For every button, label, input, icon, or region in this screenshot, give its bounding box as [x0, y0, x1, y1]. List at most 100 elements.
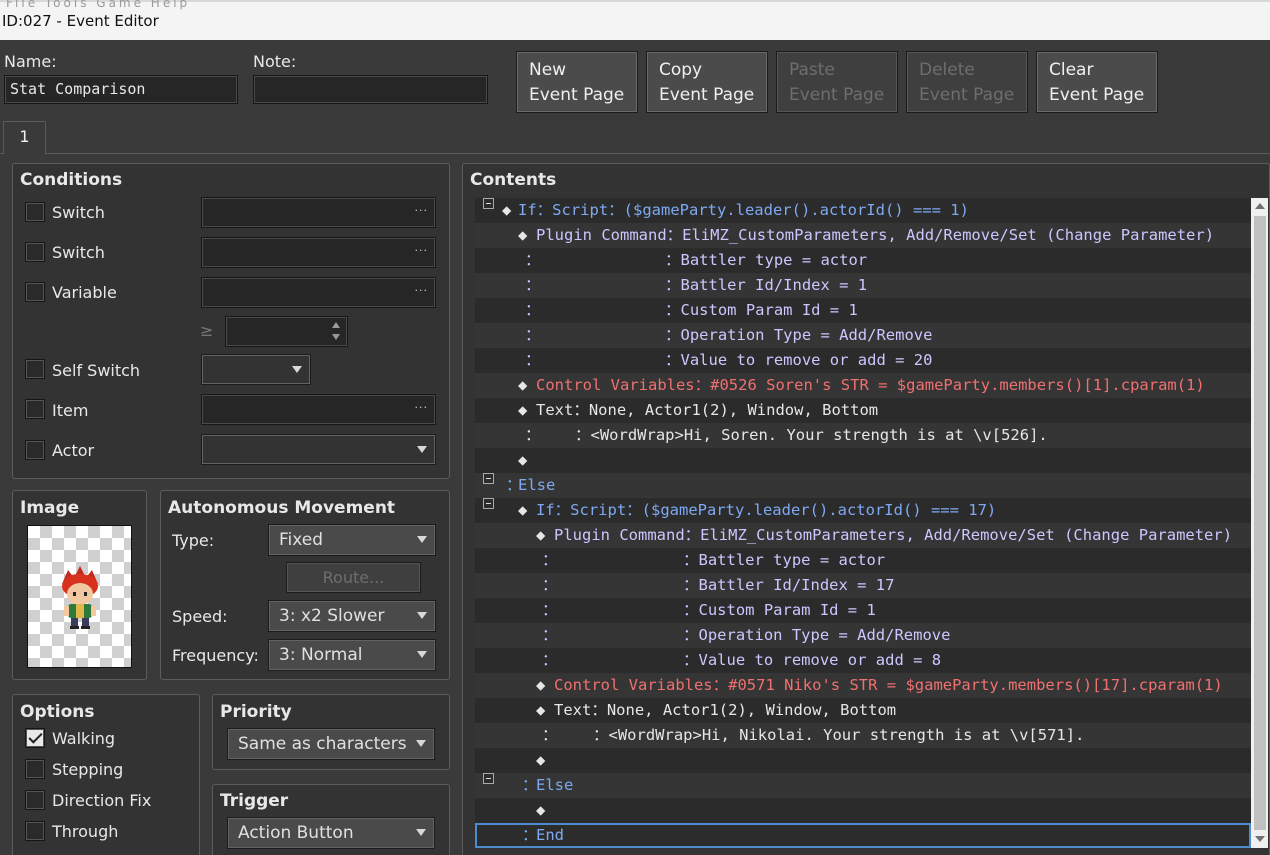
- variable-checkbox[interactable]: [25, 282, 45, 302]
- command-row[interactable]: ： End: [475, 823, 1251, 848]
- command-row[interactable]: ◆ Text：None, Actor1(2), Window, Bottom: [475, 698, 1251, 723]
- collapse-icon[interactable]: [483, 198, 494, 209]
- switch1-selector[interactable]: ...: [201, 197, 436, 228]
- tab-page-1[interactable]: 1: [3, 121, 46, 154]
- collapse-icon[interactable]: [483, 473, 494, 484]
- command-row[interactable]: ： Else: [475, 473, 1251, 498]
- command-marker: ：: [525, 326, 541, 344]
- direction-fix-checkbox[interactable]: [25, 790, 45, 810]
- item-checkbox[interactable]: [25, 399, 45, 419]
- priority-dropdown[interactable]: Same as characters: [227, 728, 435, 760]
- actor-checkbox[interactable]: [25, 440, 45, 460]
- walking-label: Walking: [52, 729, 116, 748]
- command-text: ：Battler Id/Index = 1: [665, 276, 868, 294]
- button-line: New: [529, 60, 567, 80]
- command-row[interactable]: ： ：Battler Id/Index = 1: [475, 273, 1251, 298]
- note-field[interactable]: [253, 75, 488, 104]
- through-label: Through: [52, 822, 119, 841]
- variable-selector[interactable]: ...: [201, 277, 436, 308]
- command-row[interactable]: ◆: [475, 748, 1251, 773]
- command-row[interactable]: ◆ Plugin Command：EliMZ_CustomParameters, …: [475, 523, 1251, 548]
- variable-value-spinner[interactable]: [225, 316, 348, 347]
- button-line: Paste: [789, 60, 835, 80]
- trigger-dropdown[interactable]: Action Button: [227, 817, 435, 849]
- speed-dropdown[interactable]: 3: x2 Slower: [268, 600, 436, 632]
- command-text: Plugin Command：EliMZ_CustomParameters, A…: [536, 226, 1215, 244]
- spin-down-icon[interactable]: [332, 334, 340, 340]
- scroll-up-icon[interactable]: [1255, 203, 1265, 209]
- command-row[interactable]: ◆ Control Variables：#0571 Niko's STR = $g…: [475, 673, 1251, 698]
- command-row[interactable]: ： ：<WordWrap>Hi, Nikolai. Your strength i…: [475, 723, 1251, 748]
- paste-event-page-button[interactable]: Paste Event Page: [776, 51, 898, 113]
- command-row[interactable]: ： Else: [475, 773, 1251, 798]
- priority-title: Priority: [220, 702, 292, 722]
- command-marker: ◆: [536, 676, 546, 694]
- list-scrollbar-thumb[interactable]: [1254, 216, 1266, 830]
- command-row[interactable]: ◆ Plugin Command：EliMZ_CustomParameters, …: [475, 223, 1251, 248]
- collapse-icon[interactable]: [483, 498, 494, 509]
- item-selector[interactable]: ...: [201, 394, 436, 425]
- command-row[interactable]: ： ：Operation Type = Add/Remove: [475, 323, 1251, 348]
- command-row[interactable]: ： ：Custom Param Id = 1: [475, 598, 1251, 623]
- command-marker: ◆: [536, 751, 546, 769]
- route-button[interactable]: Route...: [286, 562, 421, 593]
- command-row[interactable]: ◆ If：Script：($gameParty.leader().actorId(…: [475, 498, 1251, 523]
- command-text: If：Script：($gameParty.leader().actorId()…: [518, 201, 969, 219]
- note-label: Note:: [253, 52, 297, 71]
- command-row[interactable]: ： ：Operation Type = Add/Remove: [475, 623, 1251, 648]
- command-row[interactable]: ： ：Custom Param Id = 1: [475, 298, 1251, 323]
- spin-up-icon[interactable]: [332, 322, 340, 328]
- chevron-down-icon: [417, 536, 427, 543]
- copy-event-page-button[interactable]: Copy Event Page: [646, 51, 768, 113]
- walking-checkbox[interactable]: [25, 728, 45, 748]
- name-field-value: Stat Comparison: [10, 80, 146, 98]
- stepping-checkbox[interactable]: [25, 759, 45, 779]
- event-command-list[interactable]: ◆ If：Script：($gameParty.leader().actorId(…: [475, 198, 1251, 848]
- self-switch-checkbox[interactable]: [25, 359, 45, 379]
- command-row[interactable]: ◆ Control Variables：#0526 Soren's STR = $…: [475, 373, 1251, 398]
- clear-event-page-button[interactable]: Clear Event Page: [1036, 51, 1158, 113]
- switch1-checkbox[interactable]: [25, 202, 45, 222]
- button-line: Copy: [659, 60, 703, 80]
- command-marker: ：: [542, 576, 558, 594]
- command-row[interactable]: ： ：Battler type = actor: [475, 548, 1251, 573]
- actor-dropdown[interactable]: [201, 434, 436, 465]
- chevron-down-icon: [417, 446, 427, 453]
- frequency-label: Frequency:: [172, 646, 259, 665]
- scroll-down-icon[interactable]: [1255, 836, 1265, 842]
- command-row[interactable]: ◆ If：Script：($gameParty.leader().actorId(…: [475, 198, 1251, 223]
- command-text: Control Variables：#0526 Soren's STR = $g…: [536, 376, 1205, 394]
- event-image-preview[interactable]: [27, 525, 132, 668]
- command-marker: ◆: [518, 376, 528, 394]
- frequency-dropdown[interactable]: 3: Normal: [268, 639, 436, 671]
- trigger-value: Action Button: [238, 823, 354, 843]
- button-line: Delete: [919, 60, 975, 80]
- command-row[interactable]: ◆: [475, 448, 1251, 473]
- command-row[interactable]: ： ：<WordWrap>Hi, Soren. Your strength is …: [475, 423, 1251, 448]
- switch2-checkbox[interactable]: [25, 242, 45, 262]
- command-row[interactable]: ： ：Value to remove or add = 20: [475, 348, 1251, 373]
- movement-type-dropdown[interactable]: Fixed: [268, 524, 436, 556]
- chevron-down-icon: [417, 612, 427, 619]
- direction-fix-label: Direction Fix: [52, 791, 152, 810]
- command-marker: ◆: [502, 201, 512, 219]
- command-row[interactable]: ： ：Value to remove or add = 8: [475, 648, 1251, 673]
- command-text: If：Script：($gameParty.leader().actorId()…: [536, 501, 997, 519]
- command-row[interactable]: ◆: [475, 798, 1251, 823]
- command-marker: ：: [525, 301, 541, 319]
- command-row[interactable]: ： ：Battler Id/Index = 17: [475, 573, 1251, 598]
- command-text: Text：None, Actor1(2), Window, Bottom: [554, 701, 897, 719]
- name-field[interactable]: Stat Comparison: [4, 75, 238, 104]
- collapse-icon[interactable]: [483, 773, 494, 784]
- command-text: End: [536, 826, 564, 844]
- command-marker: ：: [542, 626, 558, 644]
- delete-event-page-button[interactable]: Delete Event Page: [906, 51, 1028, 113]
- through-checkbox[interactable]: [25, 821, 45, 841]
- self-switch-dropdown[interactable]: [201, 354, 311, 385]
- movement-type-value: Fixed: [279, 530, 324, 550]
- new-event-page-button[interactable]: New Event Page: [516, 51, 638, 113]
- command-row[interactable]: ： ：Battler type = actor: [475, 248, 1251, 273]
- command-text: Else: [536, 776, 574, 794]
- switch2-selector[interactable]: ...: [201, 237, 436, 268]
- command-row[interactable]: ◆ Text：None, Actor1(2), Window, Bottom: [475, 398, 1251, 423]
